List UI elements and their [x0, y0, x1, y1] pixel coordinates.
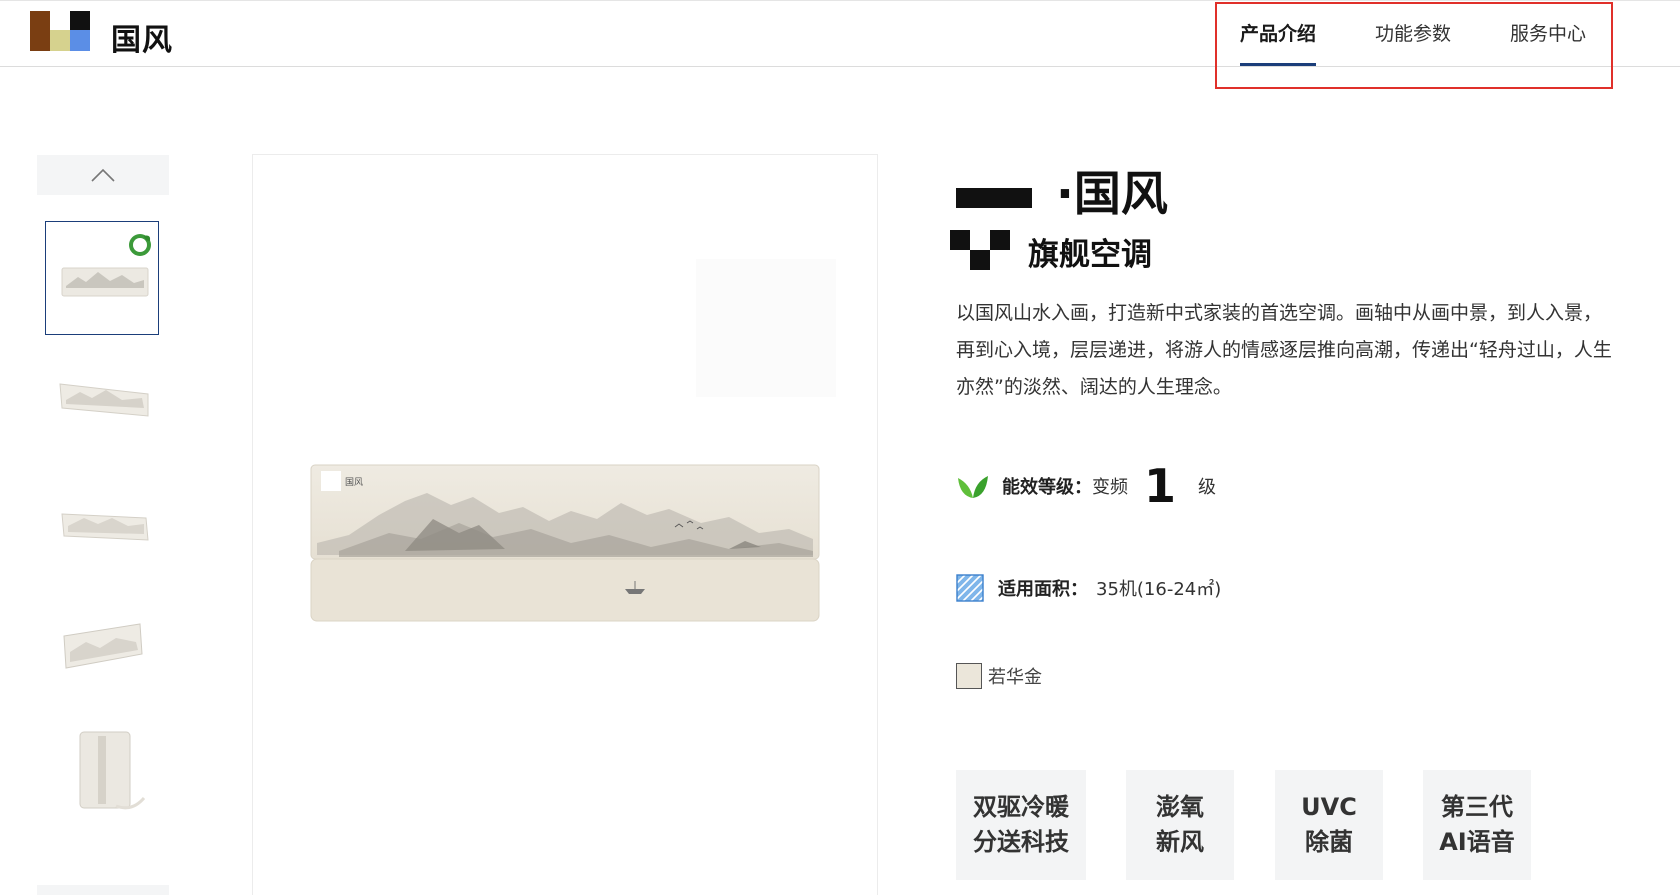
color-name: 若华金	[988, 667, 1042, 688]
feature-line: 双驱冷暖	[973, 793, 1069, 821]
feature-line: 第三代	[1441, 793, 1513, 821]
logo-block	[70, 11, 90, 30]
logo-block	[50, 30, 70, 51]
brand-name[interactable]: 国风	[111, 15, 173, 59]
thumbnail-scroll-up-button[interactable]	[37, 155, 169, 195]
logo-block	[70, 30, 90, 51]
nav-service-center[interactable]: 服务中心	[1510, 19, 1586, 46]
redacted-brand-name	[956, 188, 1032, 208]
thumbnail-bottom[interactable]	[45, 713, 159, 827]
image-overlay-area	[696, 259, 836, 397]
brand-mark-icon	[950, 230, 1012, 270]
ac-thumbnail-image	[63, 623, 143, 669]
feature-ai-voice: 第三代 AI语音	[1423, 770, 1531, 880]
color-option[interactable]: 若华金	[956, 663, 1042, 689]
nav-product-intro[interactable]: 产品介绍	[1240, 19, 1316, 46]
thumbnail-scroll-down-button[interactable]	[37, 885, 169, 895]
energy-grade-unit: 级	[1198, 477, 1217, 498]
product-title-text: ·国风	[1056, 167, 1168, 222]
feature-line: 分送科技	[973, 828, 1069, 856]
feature-dual-drive: 双驱冷暖 分送科技	[956, 770, 1086, 880]
feature-line: 澎氧	[1156, 793, 1204, 821]
ac-thumbnail-image	[59, 383, 149, 417]
applicable-area-row: 适用面积： 35机(16-24㎡)	[956, 574, 1221, 602]
ac-panel-label: 国风	[345, 477, 363, 488]
thumbnail-angle-left[interactable]	[45, 343, 159, 457]
energy-type: 变频	[1092, 477, 1128, 498]
energy-label: 能效等级：	[1002, 477, 1092, 498]
product-subtitle: 旗舰空调	[1028, 237, 1152, 273]
feature-line: 除菌	[1305, 828, 1353, 856]
nav-specifications[interactable]: 功能参数	[1375, 19, 1451, 46]
logo-block	[30, 11, 50, 51]
site-header: 国风 产品介绍 功能参数 服务中心	[0, 0, 1680, 67]
feature-line: 新风	[1156, 828, 1204, 856]
energy-rating-row: 能效等级： 变频 1 级	[956, 463, 1216, 509]
thumbnail-front[interactable]	[45, 221, 159, 335]
brand-logo[interactable]	[30, 11, 90, 51]
air-conditioner-image: 国风	[310, 464, 820, 622]
feature-fresh-air: 澎氧 新风	[1126, 770, 1234, 880]
leaf-icon	[958, 476, 988, 498]
nav-active-indicator	[1240, 63, 1316, 66]
chevron-up-icon	[91, 168, 115, 182]
ac-thumbnail-image	[61, 513, 149, 541]
color-swatch[interactable]	[956, 663, 982, 689]
feature-line: AI语音	[1439, 828, 1515, 856]
ac-thumbnail-image	[61, 234, 151, 297]
energy-grade: 1	[1144, 459, 1177, 513]
ac-thumbnail-image	[79, 731, 146, 810]
feature-uvc: UVC 除菌	[1275, 770, 1383, 880]
thumbnail-angle-right[interactable]	[45, 467, 159, 581]
feature-line: UVC	[1301, 793, 1357, 821]
area-label: 适用面积：	[998, 579, 1088, 600]
area-icon	[956, 574, 984, 602]
thumbnail-side[interactable]	[45, 590, 159, 704]
product-description: 以国风山水入画，打造新中式家装的首选空调。画轴中从画中景，到人入景，再到心入境，…	[956, 302, 1612, 398]
area-value: 35机(16-24㎡)	[1096, 579, 1222, 600]
main-product-image: 国风	[252, 154, 878, 895]
